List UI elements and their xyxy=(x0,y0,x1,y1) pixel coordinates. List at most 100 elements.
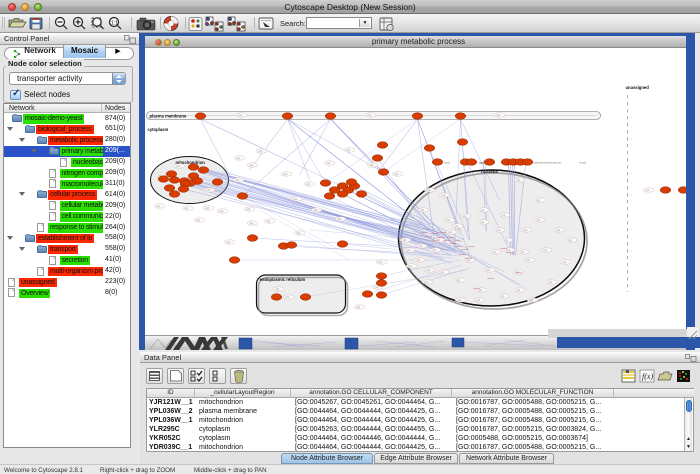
svg-text:(xx): (xx) xyxy=(497,230,501,232)
svg-text:(xxx-x): (xxx-x) xyxy=(501,248,508,250)
svg-text:(xx): (xx) xyxy=(505,240,509,242)
svg-text:(xx): (xx) xyxy=(185,208,189,210)
svg-text:(xxx-x): (xxx-x) xyxy=(432,233,439,235)
svg-text:(xx): (xx) xyxy=(569,240,573,242)
svg-text:(xx): (xx) xyxy=(368,115,372,117)
svg-text:(xx): (xx) xyxy=(197,220,201,222)
svg-text:(xxx-x): (xxx-x) xyxy=(456,246,463,248)
svg-text:nucleus: nucleus xyxy=(481,169,499,174)
svg-text:(xx): (xx) xyxy=(157,206,161,208)
svg-text:(xx): (xx) xyxy=(481,210,485,212)
svg-text:(xxx-x): (xxx-x) xyxy=(421,232,428,234)
svg-text:(xx): (xx) xyxy=(441,272,445,274)
svg-text:(xx): (xx) xyxy=(307,184,311,186)
svg-text:(xx): (xx) xyxy=(177,166,181,168)
svg-text:(xx): (xx) xyxy=(563,262,567,264)
svg-text:(xx): (xx) xyxy=(487,270,491,272)
svg-text:(xx): (xx) xyxy=(421,210,425,212)
svg-text:(xx): (xx) xyxy=(220,211,224,213)
svg-text:(xxx-x): (xxx-x) xyxy=(440,232,447,234)
svg-text:(xx): (xx) xyxy=(449,232,453,234)
svg-text:(x-x): (x-x) xyxy=(445,162,450,165)
svg-text:(xx): (xx) xyxy=(370,165,374,167)
svg-text:plasma membrane: plasma membrane xyxy=(150,114,187,119)
svg-text:(xx): (xx) xyxy=(379,262,383,264)
svg-text:(xx): (xx) xyxy=(250,223,254,225)
svg-text:(xx): (xx) xyxy=(481,222,485,224)
svg-text:(xx): (xx) xyxy=(284,174,288,176)
svg-text:(xx): (xx) xyxy=(502,215,506,217)
svg-text:(xx): (xx) xyxy=(247,209,251,211)
svg-text:(xx): (xx) xyxy=(467,260,471,262)
svg-text:(xx): (xx) xyxy=(338,219,342,221)
svg-text:(xx): (xx) xyxy=(425,282,429,284)
svg-text:(xx): (xx) xyxy=(493,252,497,254)
svg-text:(xx): (xx) xyxy=(458,300,462,302)
svg-text:(xx): (xx) xyxy=(463,216,467,218)
svg-text:(xx): (xx) xyxy=(207,190,211,192)
svg-text:(xx): (xx) xyxy=(537,220,541,222)
svg-text:(xx): (xx) xyxy=(236,180,240,182)
svg-text:(xx): (xx) xyxy=(417,260,421,262)
svg-text:(xxx-x): (xxx-x) xyxy=(432,240,439,242)
svg-text:(xx): (xx) xyxy=(375,287,379,289)
svg-text:(xxx-x): (xxx-x) xyxy=(450,243,457,245)
svg-text:(xx): (xx) xyxy=(239,115,243,117)
svg-text:(xxx-x): (xxx-x) xyxy=(460,254,467,256)
svg-text:(xx): (xx) xyxy=(276,289,280,291)
svg-text:(xx): (xx) xyxy=(517,180,521,182)
svg-text:(xx): (xx) xyxy=(646,190,650,192)
svg-text:(xx): (xx) xyxy=(457,280,461,282)
svg-text:(xxx-x): (xxx-x) xyxy=(454,240,461,242)
svg-text:(xxx-x): (xxx-x) xyxy=(466,258,473,260)
svg-text:(xx): (xx) xyxy=(549,282,553,284)
svg-text:(xx): (xx) xyxy=(403,240,407,242)
svg-text:(xx): (xx) xyxy=(327,163,331,165)
svg-text:(xx): (xx) xyxy=(427,270,431,272)
svg-text:(xx): (xx) xyxy=(442,195,446,197)
svg-text:(xx): (xx) xyxy=(521,252,525,254)
svg-text:(xx): (xx) xyxy=(395,174,399,176)
svg-text:(xx): (xx) xyxy=(294,199,298,201)
svg-text:(xx): (xx) xyxy=(407,250,411,252)
svg-text:(xx): (xx) xyxy=(544,250,548,252)
svg-text:(xx): (xx) xyxy=(314,210,318,212)
svg-text:(xx): (xx) xyxy=(524,230,528,232)
svg-text:(xx): (xx) xyxy=(259,151,263,153)
svg-text:(xx): (xx) xyxy=(455,226,459,228)
svg-text:(xxx-x): (xxx-x) xyxy=(444,240,451,242)
svg-text:(xx): (xx) xyxy=(517,290,521,292)
svg-text:(xxx-x): (xxx-x) xyxy=(507,252,514,254)
svg-text:(xx): (xx) xyxy=(433,250,437,252)
svg-text:(xxx-x): (xxx-x) xyxy=(468,246,475,248)
svg-text:endoplasmic reticulum: endoplasmic reticulum xyxy=(260,277,306,282)
svg-text:(xx): (xx) xyxy=(477,300,481,302)
svg-text:(xx): (xx) xyxy=(530,300,534,302)
svg-text:cytoplasm: cytoplasm xyxy=(148,127,169,132)
svg-text:(xxx-x): (xxx-x) xyxy=(474,288,481,290)
svg-text:(xx): (xx) xyxy=(227,242,231,244)
svg-text:(xxx-x): (xxx-x) xyxy=(426,236,433,238)
svg-text:(xx): (xx) xyxy=(347,150,351,152)
svg-text:unassigned: unassigned xyxy=(626,85,650,90)
svg-text:(xx): (xx) xyxy=(557,230,561,232)
svg-text:(xx): (xx) xyxy=(206,208,210,210)
svg-text:(xxx-x): (xxx-x) xyxy=(448,237,455,239)
svg-text:(xx): (xx) xyxy=(409,266,413,268)
svg-text:(xx): (xx) xyxy=(250,165,254,167)
svg-text:(xxx-x): (xxx-x) xyxy=(516,272,523,274)
svg-text:(xx): (xx) xyxy=(501,296,505,298)
svg-text:(xx): (xx) xyxy=(297,233,301,235)
svg-text:f(x): f(x) xyxy=(642,372,653,381)
svg-text:(xx): (xx) xyxy=(419,246,423,248)
svg-text:1:1: 1:1 xyxy=(111,21,118,27)
svg-text:(x-xx): (x-xx) xyxy=(580,162,586,165)
svg-text:(xx): (xx) xyxy=(237,158,241,160)
svg-text:(xxx-x): (xxx-x) xyxy=(462,249,469,251)
svg-text:(xx): (xx) xyxy=(357,307,361,309)
svg-text:(xx): (xx) xyxy=(479,290,483,292)
svg-text:(xx): (xx) xyxy=(537,200,541,202)
svg-text:(xx): (xx) xyxy=(427,190,431,192)
svg-text:(xx): (xx) xyxy=(447,220,451,222)
svg-text:(xx): (xx) xyxy=(267,221,271,223)
